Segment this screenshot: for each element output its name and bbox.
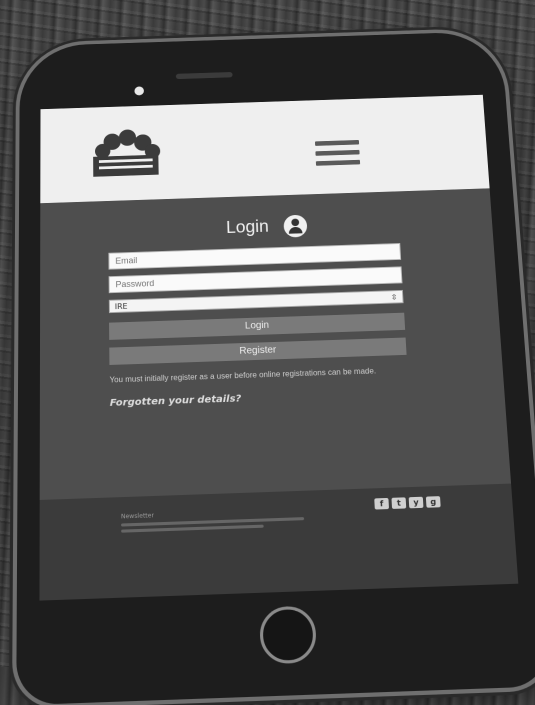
registration-note: You must initially register as a user be…: [109, 366, 377, 385]
password-field[interactable]: [108, 266, 403, 294]
page-title: Login: [225, 216, 270, 237]
front-camera: [134, 86, 144, 96]
site-footer: Newsletter f t y g: [39, 483, 519, 601]
forgotten-details-link[interactable]: Forgotten your details?: [110, 388, 409, 409]
flower-basket-logo: [93, 129, 161, 177]
phone-screen: Login IRE ⇳ Login Register You must init…: [39, 94, 519, 601]
login-heading: Login: [40, 208, 492, 245]
phone-device: Login IRE ⇳ Login Register You must init…: [16, 30, 535, 705]
youtube-icon[interactable]: y: [408, 496, 424, 509]
hamburger-menu-icon[interactable]: [314, 139, 361, 169]
login-form: IRE ⇳ Login Register You must initially …: [108, 243, 409, 409]
email-field[interactable]: [108, 243, 402, 270]
social-links: f t y g: [374, 496, 441, 510]
newsletter-section: Newsletter: [121, 507, 305, 536]
country-select-value: IRE: [114, 301, 128, 311]
home-button[interactable]: [259, 605, 318, 665]
select-arrows-icon: ⇳: [390, 292, 398, 302]
facebook-icon[interactable]: f: [374, 497, 390, 510]
footer-text-line: [121, 524, 264, 533]
google-plus-icon[interactable]: g: [425, 496, 441, 508]
country-select[interactable]: IRE ⇳: [108, 289, 404, 314]
twitter-icon[interactable]: t: [391, 497, 407, 509]
register-button[interactable]: Register: [109, 337, 407, 365]
user-avatar-icon: [282, 214, 308, 238]
login-button[interactable]: Login: [109, 312, 406, 340]
site-header: [40, 94, 490, 204]
earpiece-speaker: [175, 72, 233, 80]
